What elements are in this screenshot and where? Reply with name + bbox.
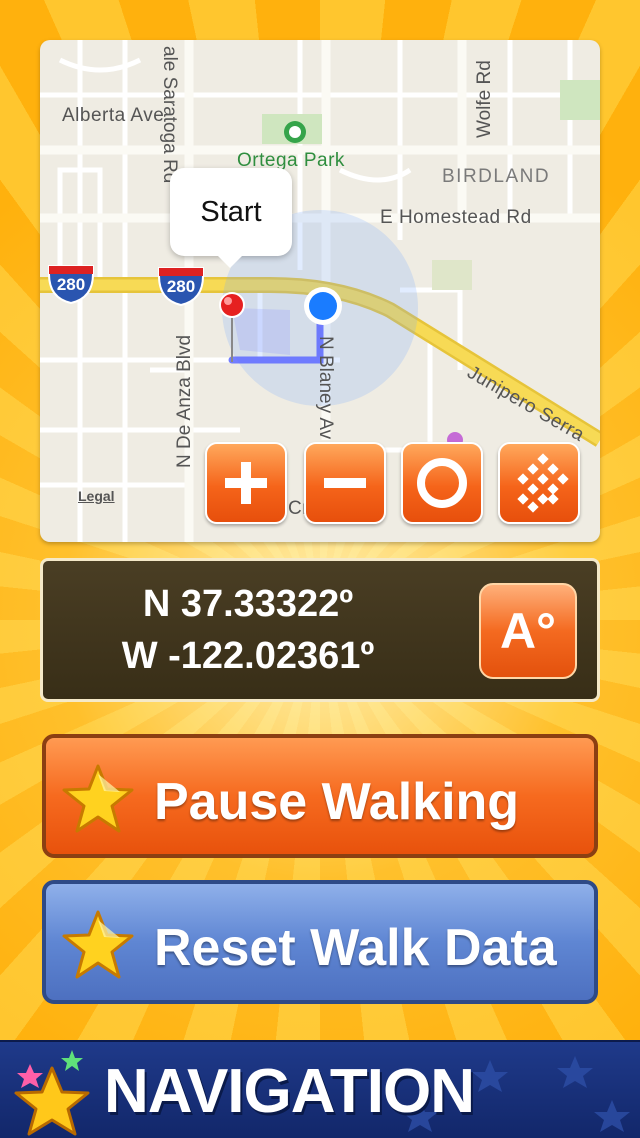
street-label-blaney: N Blaney Av xyxy=(315,336,336,440)
center-location-button[interactable] xyxy=(401,442,483,524)
legal-link[interactable]: Legal xyxy=(78,488,115,504)
circle-icon xyxy=(417,458,467,508)
shield-number: 280 xyxy=(56,275,86,294)
zoom-out-button[interactable] xyxy=(304,442,386,524)
star-icon xyxy=(62,764,134,833)
street-label-wolfe: Wolfe Rd xyxy=(474,60,495,138)
stars-logo-icon xyxy=(14,1050,90,1136)
map-view[interactable]: Alberta Ave ale Saratoga Rd Ortega Park … xyxy=(40,40,600,542)
street-label-homestead: E Homestead Rd xyxy=(380,207,532,228)
street-label-saratoga: ale Saratoga Rd xyxy=(159,46,180,184)
start-callout[interactable]: Start xyxy=(170,168,292,268)
shield-number: 280 xyxy=(166,277,196,296)
coordinates-panel: N 37.33322º W -122.02361º A° xyxy=(40,558,600,702)
reset-walk-data-label: Reset Walk Data xyxy=(154,919,557,977)
coordinate-format-button[interactable]: A° xyxy=(479,583,577,679)
interstate-shield-icon: 280 xyxy=(46,264,96,305)
start-callout-label: Start xyxy=(200,196,262,228)
zoom-in-button[interactable] xyxy=(205,442,287,524)
map-type-button[interactable] xyxy=(498,442,580,524)
checker-grid-icon xyxy=(517,453,569,513)
area-label-birdland: BIRDLAND xyxy=(442,166,551,187)
navigation-footer: NAVIGATION xyxy=(0,1040,640,1138)
interstate-shield-icon: 280 xyxy=(156,266,206,307)
street-label-alberta-ave: Alberta Ave xyxy=(62,105,165,126)
plus-icon xyxy=(225,462,267,504)
pause-walking-label: Pause Walking xyxy=(154,773,520,831)
reset-walk-data-button[interactable]: Reset Walk Data xyxy=(42,880,598,1004)
navigation-title: NAVIGATION xyxy=(104,1057,475,1126)
star-icon xyxy=(62,910,134,979)
minus-icon xyxy=(324,478,366,488)
longitude-text: W -122.02361º xyxy=(121,635,375,677)
latitude-text: N 37.33322º xyxy=(142,583,354,625)
street-label-de-anza: N De Anza Blvd xyxy=(174,334,195,468)
pause-walking-button[interactable]: Pause Walking xyxy=(42,734,598,858)
